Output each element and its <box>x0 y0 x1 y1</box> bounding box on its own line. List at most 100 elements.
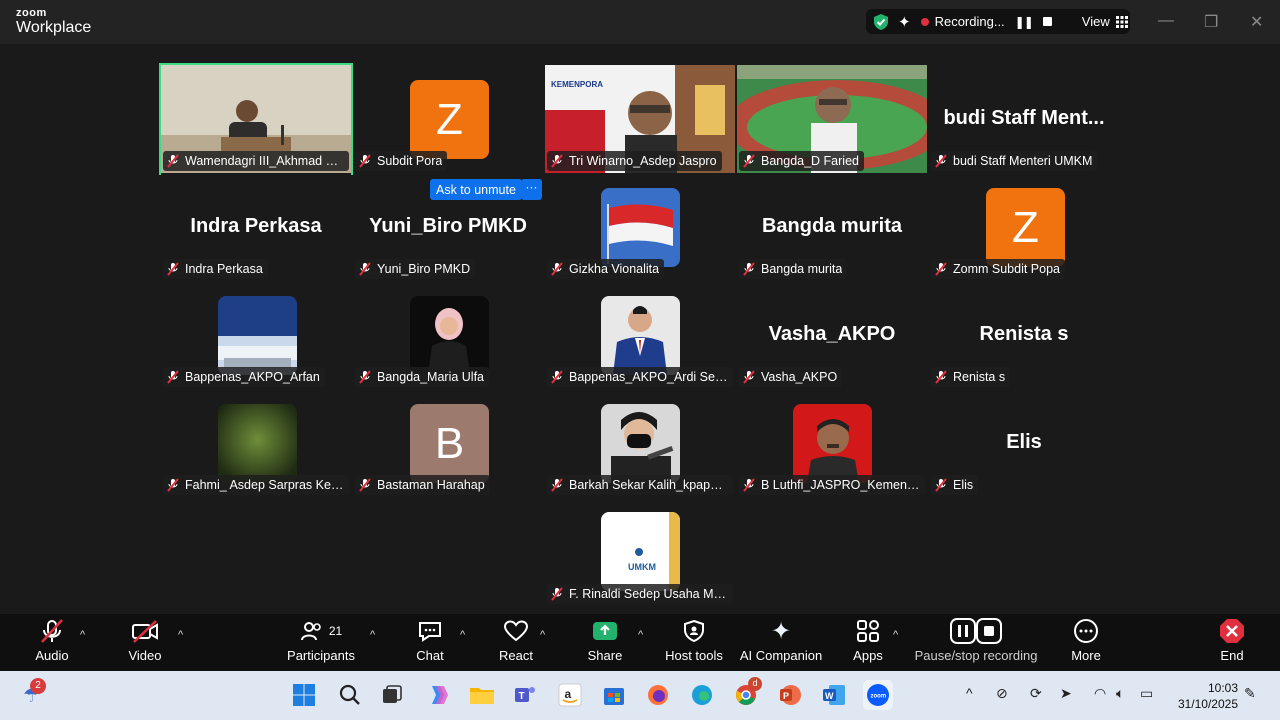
muted-mic-icon <box>167 154 179 168</box>
shield-icon <box>684 619 704 643</box>
grid-icon <box>1115 15 1128 28</box>
share-options-caret-icon[interactable]: ^ <box>638 629 643 641</box>
encryption-shield-icon[interactable] <box>872 13 890 31</box>
participant-tile[interactable]: Bappenas_AKPO_Arfan <box>161 281 351 389</box>
location-icon[interactable]: ➤ <box>1060 685 1072 702</box>
muted-mic-icon <box>551 478 563 492</box>
tile-more-options-button[interactable]: ··· <box>521 179 542 200</box>
taskbar-teams[interactable]: T <box>511 681 539 709</box>
muted-mic-icon <box>935 370 947 384</box>
more-button[interactable]: More <box>1066 614 1106 671</box>
minimize-icon[interactable]: — <box>1158 12 1174 30</box>
title-bar: zoom Workplace ✦ Recording... ❚❚ View — … <box>0 0 1280 44</box>
teams-icon: T <box>515 687 535 702</box>
host-tools-button[interactable]: Host tools <box>662 614 726 671</box>
participant-tile[interactable]: B Bastaman Harahap <box>353 389 543 497</box>
participant-tile[interactable]: Z Subdit Pora <box>353 65 543 173</box>
participant-tile[interactable]: Bangda_D Faried <box>737 65 927 173</box>
participant-name-tag: Gizkha Vionalita <box>547 259 665 279</box>
wifi-icon[interactable]: ◠ <box>1094 685 1106 702</box>
battery-icon[interactable]: ▭ <box>1140 685 1153 702</box>
participant-tile[interactable]: Gizkha Vionalita <box>545 173 735 281</box>
system-clock[interactable]: 10:03 31/10/2025 <box>1178 680 1238 712</box>
svg-text:P: P <box>783 691 789 701</box>
muted-mic-icon <box>743 262 755 276</box>
participant-tile[interactable]: Renista s Renista s <box>929 281 1119 389</box>
search-button[interactable] <box>336 681 364 709</box>
start-button[interactable] <box>290 681 318 709</box>
participant-tile[interactable]: UMKM F. Rinaldi Sedep Usaha Men... <box>545 498 735 606</box>
participant-tile[interactable]: Fahmi_ Asdep Sarpras Keme... <box>161 389 351 497</box>
participant-tile[interactable]: Bappenas_AKPO_Ardi Setyo <box>545 281 735 389</box>
windows-start-icon <box>293 684 315 706</box>
video-options-caret-icon[interactable]: ^ <box>178 629 183 641</box>
pause-recording-icon[interactable]: ❚❚ <box>1015 15 1034 29</box>
chat-options-caret-icon[interactable]: ^ <box>460 629 465 641</box>
restore-icon[interactable]: ❐ <box>1204 12 1218 32</box>
participant-tile[interactable]: Elis Elis <box>929 389 1119 497</box>
chat-button[interactable]: Chat <box>410 614 450 671</box>
apps-icon <box>857 620 879 642</box>
participant-tile[interactable]: Vasha_AKPO Vasha_AKPO <box>737 281 927 389</box>
participant-name-tag: Fahmi_ Asdep Sarpras Keme... <box>163 475 349 495</box>
task-view-button[interactable] <box>378 681 406 709</box>
video-button[interactable]: Video <box>120 614 170 671</box>
taskbar-copilot[interactable] <box>424 681 452 709</box>
taskbar-powerpoint[interactable]: P <box>776 681 804 709</box>
taskbar-zoom[interactable]: zoom <box>863 680 893 710</box>
muted-mic-icon <box>167 478 179 492</box>
participant-tile[interactable]: Indra Perkasa Indra Perkasa <box>161 173 351 281</box>
meeting-toolbar: Audio ^ Video ^ 21 Participants ^ Chat ^… <box>0 614 1280 671</box>
taskbar-amazon[interactable]: a <box>556 681 584 709</box>
meet-now-icon[interactable]: ⊘ <box>996 685 1008 702</box>
share-button[interactable]: Share <box>585 614 625 671</box>
participant-name-tag: Barkah Sekar Kalih_kpapo B... <box>547 475 733 495</box>
react-options-caret-icon[interactable]: ^ <box>540 629 545 641</box>
participants-options-caret-icon[interactable]: ^ <box>370 629 375 641</box>
close-icon[interactable]: ✕ <box>1250 12 1263 32</box>
volume-icon[interactable]: 🔈︎ <box>1116 685 1124 702</box>
pause-stop-recording-button[interactable]: Pause/stop recording <box>915 614 1037 671</box>
participant-name-tag: Tri Winarno_Asdep Jaspro <box>547 151 722 171</box>
apps-options-caret-icon[interactable]: ^ <box>893 629 898 641</box>
participant-tile[interactable]: B Luthfi_JASPRO_Kemenpora <box>737 389 927 497</box>
stop-recording-icon[interactable] <box>1042 17 1052 26</box>
end-meeting-button[interactable]: End <box>1212 614 1252 671</box>
taskbar-firefox[interactable] <box>644 681 672 709</box>
store-icon <box>604 688 624 705</box>
participant-tile[interactable]: Wamendagri III_Akhmad Wiyag... <box>159 63 353 175</box>
participant-tile[interactable]: budi Staff Ment... budi Staff Menteri UM… <box>929 65 1119 173</box>
participant-name-tag: Indra Perkasa <box>163 259 268 279</box>
taskbar-word[interactable]: W <box>820 681 848 709</box>
audio-options-caret-icon[interactable]: ^ <box>80 629 85 641</box>
taskbar-file-explorer[interactable] <box>468 681 496 709</box>
participants-button[interactable]: 21 Participants <box>284 614 358 671</box>
participant-tile[interactable]: KEMENPORA Tri Winarno_Asdep Jaspro <box>545 65 735 173</box>
participant-name-tag: Subdit Pora <box>355 151 448 171</box>
weather-widget[interactable]: ☂ 2 <box>18 678 46 709</box>
muted-mic-icon <box>551 154 563 168</box>
ask-to-unmute-button[interactable]: Ask to unmute <box>430 179 522 200</box>
react-button[interactable]: React <box>496 614 536 671</box>
ai-companion-sparkle-icon[interactable]: ✦ <box>898 13 911 31</box>
taskbar-store[interactable] <box>600 681 628 709</box>
sync-icon[interactable]: ⟳ <box>1030 685 1042 702</box>
avatar: B <box>410 404 489 483</box>
participant-tile[interactable]: Barkah Sekar Kalih_kpapo B... <box>545 389 735 497</box>
recording-label[interactable]: Recording... <box>935 14 1005 29</box>
ai-companion-button[interactable]: ✦ AI Companion <box>740 614 822 671</box>
folder-icon <box>470 688 494 704</box>
participant-name-tag: Bangda murita <box>739 259 848 279</box>
audio-button[interactable]: Audio <box>26 614 78 671</box>
apps-button[interactable]: Apps <box>850 614 886 671</box>
avatar: Z <box>986 188 1065 267</box>
taskbar-edge[interactable] <box>688 681 716 709</box>
participant-tile[interactable]: Bangda_Maria Ulfa <box>353 281 543 389</box>
notifications-icon[interactable]: ✎ <box>1244 685 1256 702</box>
participant-display-name: Indra Perkasa <box>190 215 322 237</box>
participant-tile[interactable]: Bangda murita Bangda murita <box>737 173 927 281</box>
taskbar-chrome[interactable]: d <box>732 677 762 709</box>
participant-tile[interactable]: Z Zomm Subdit Popa <box>929 173 1119 281</box>
show-hidden-icons-chevron-icon[interactable]: ^ <box>966 685 973 701</box>
view-button[interactable]: View <box>1082 14 1128 29</box>
